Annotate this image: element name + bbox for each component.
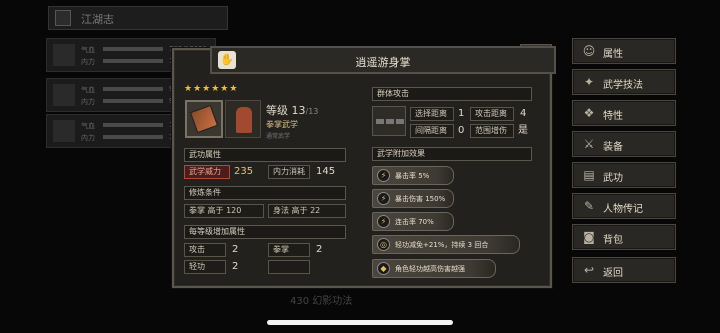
bonus-value: 2 bbox=[316, 244, 323, 255]
mp-cost-label: 内力消耗 bbox=[268, 165, 310, 179]
lightning-icon: ⚡ bbox=[377, 192, 390, 205]
bonus-label bbox=[268, 260, 310, 274]
requirement-section-header: 修炼条件 bbox=[184, 186, 346, 200]
area-value: 是 bbox=[518, 125, 528, 136]
bonus-section-header: 每等级增加属性 bbox=[184, 225, 346, 239]
return-icon: ↩ bbox=[583, 263, 595, 277]
menu-item-martial-arts[interactable]: ▤ 武功 bbox=[572, 162, 676, 188]
requirement-1: 拳掌 高于 120 bbox=[184, 204, 264, 218]
area-value: 1 bbox=[458, 108, 465, 119]
level-value: 13 bbox=[291, 104, 306, 117]
menu-label: 属性 bbox=[603, 49, 623, 60]
fist-icon bbox=[189, 104, 219, 134]
skill-icon bbox=[185, 100, 223, 138]
hp-label: 气血 bbox=[81, 46, 95, 54]
diamond-icon: ◆ bbox=[377, 262, 390, 275]
lightning-icon: ⚡ bbox=[377, 169, 390, 182]
header-label: 江湖志 bbox=[81, 13, 114, 26]
hp-bar bbox=[103, 123, 163, 127]
bonus-value: 2 bbox=[232, 261, 239, 272]
book-icon: ▤ bbox=[583, 168, 595, 182]
mp-label: 内力 bbox=[81, 98, 95, 106]
effect-text: 角色轻功越高伤害越强 bbox=[395, 265, 465, 273]
hp-bar bbox=[103, 87, 163, 91]
mp-label: 内力 bbox=[81, 134, 95, 142]
mp-label: 内力 bbox=[81, 58, 95, 66]
effect-text: 轻功减免+21%，持续 3 回合 bbox=[395, 241, 489, 249]
menu-label: 装备 bbox=[603, 142, 623, 153]
menu-item-return[interactable]: ↩ 返回 bbox=[572, 257, 676, 283]
menu-item-biography[interactable]: ✎ 人物传记 bbox=[572, 193, 676, 219]
character-portrait bbox=[53, 44, 75, 66]
person-icon: ☺ bbox=[582, 44, 596, 58]
bonus-label: 拳掌 bbox=[268, 243, 310, 257]
panel-title: 逍遥游身掌 bbox=[355, 56, 411, 69]
range-grid-icon bbox=[372, 106, 406, 136]
level-label: 等级 bbox=[266, 104, 292, 117]
mp-bar bbox=[103, 99, 163, 103]
sword-icon: ⚔ bbox=[583, 137, 595, 151]
bonus-label: 攻击 bbox=[184, 243, 226, 257]
martial-icon: ✦ bbox=[583, 75, 595, 89]
menu-label: 武功 bbox=[603, 173, 623, 184]
requirement-2: 身法 高于 22 bbox=[268, 204, 346, 218]
trait-icon: ❖ bbox=[583, 106, 595, 120]
menu-item-backpack[interactable]: ◙ 背包 bbox=[572, 224, 676, 250]
area-label: 范围增伤 bbox=[470, 124, 514, 138]
menu-item-attributes[interactable]: ☺ 属性 bbox=[572, 38, 676, 64]
power-value: 235 bbox=[234, 166, 254, 177]
effect-row: ◆ 角色轻功越高伤害越强 bbox=[372, 259, 496, 278]
menu-item-martial-techniques[interactable]: ✦ 武学技法 bbox=[572, 69, 676, 95]
bonus-label: 轻功 bbox=[184, 260, 226, 274]
effect-row: ◎ 轻功减免+21%，持续 3 回合 bbox=[372, 235, 520, 254]
swirl-icon: ◎ bbox=[377, 238, 390, 251]
skill-stars: ★★★★★★ bbox=[184, 84, 239, 94]
effect-text: 连击率 70% bbox=[395, 218, 434, 226]
area-value: 4 bbox=[520, 108, 527, 119]
mp-cost-value: 145 bbox=[316, 166, 336, 177]
effects-section-header: 武学附加效果 bbox=[372, 147, 532, 161]
menu-label: 特性 bbox=[603, 111, 623, 122]
figure-icon bbox=[225, 100, 261, 138]
menu-label: 武学技法 bbox=[603, 80, 643, 91]
hp-label: 气血 bbox=[81, 86, 95, 94]
skill-type: 拳掌武学 bbox=[266, 120, 298, 129]
figure-body bbox=[236, 107, 252, 133]
menu-label: 背包 bbox=[603, 235, 623, 246]
area-value: 0 bbox=[458, 125, 465, 136]
effect-row: ⚡ 连击率 70% bbox=[372, 212, 454, 231]
area-section-header: 群体攻击 bbox=[372, 87, 532, 101]
hp-bar bbox=[103, 47, 163, 51]
effect-row: ⚡ 暴击伤害 150% bbox=[372, 189, 454, 208]
bag-icon: ◙ bbox=[583, 230, 595, 244]
character-portrait bbox=[53, 120, 75, 142]
header-icon bbox=[55, 10, 71, 26]
level-max: /13 bbox=[305, 107, 319, 116]
menu-label: 返回 bbox=[603, 268, 623, 279]
effect-text: 暴击伤害 150% bbox=[395, 195, 446, 203]
mp-bar bbox=[103, 135, 163, 139]
skill-level: 等级 13/13 bbox=[266, 102, 318, 118]
menu-item-traits[interactable]: ❖ 特性 bbox=[572, 100, 676, 126]
lightning-icon: ⚡ bbox=[377, 215, 390, 228]
area-label: 间隔距离 bbox=[410, 124, 454, 138]
bonus-value: 2 bbox=[232, 244, 239, 255]
area-label: 攻击距离 bbox=[470, 107, 514, 121]
character-portrait bbox=[53, 84, 75, 106]
background-header: 江湖志 bbox=[48, 6, 228, 30]
menu-item-equipment[interactable]: ⚔ 装备 bbox=[572, 131, 676, 157]
effect-row: ⚡ 暴击率 5% bbox=[372, 166, 454, 185]
biography-icon: ✎ bbox=[583, 199, 595, 213]
background-bottom-text: 430 幻影功法 bbox=[290, 296, 353, 307]
effect-text: 暴击率 5% bbox=[395, 172, 430, 180]
home-indicator[interactable] bbox=[267, 320, 453, 325]
power-label: 武学威力 bbox=[184, 165, 230, 179]
mp-bar bbox=[103, 59, 163, 63]
skill-subtype: 通常武学 bbox=[266, 133, 291, 140]
area-label: 选择距离 bbox=[410, 107, 454, 121]
attr-section-header: 武功属性 bbox=[184, 148, 346, 162]
hp-label: 气血 bbox=[81, 122, 95, 130]
menu-label: 人物传记 bbox=[603, 204, 643, 215]
panel-title-bar: ✋ 逍遥游身掌 bbox=[210, 46, 556, 74]
